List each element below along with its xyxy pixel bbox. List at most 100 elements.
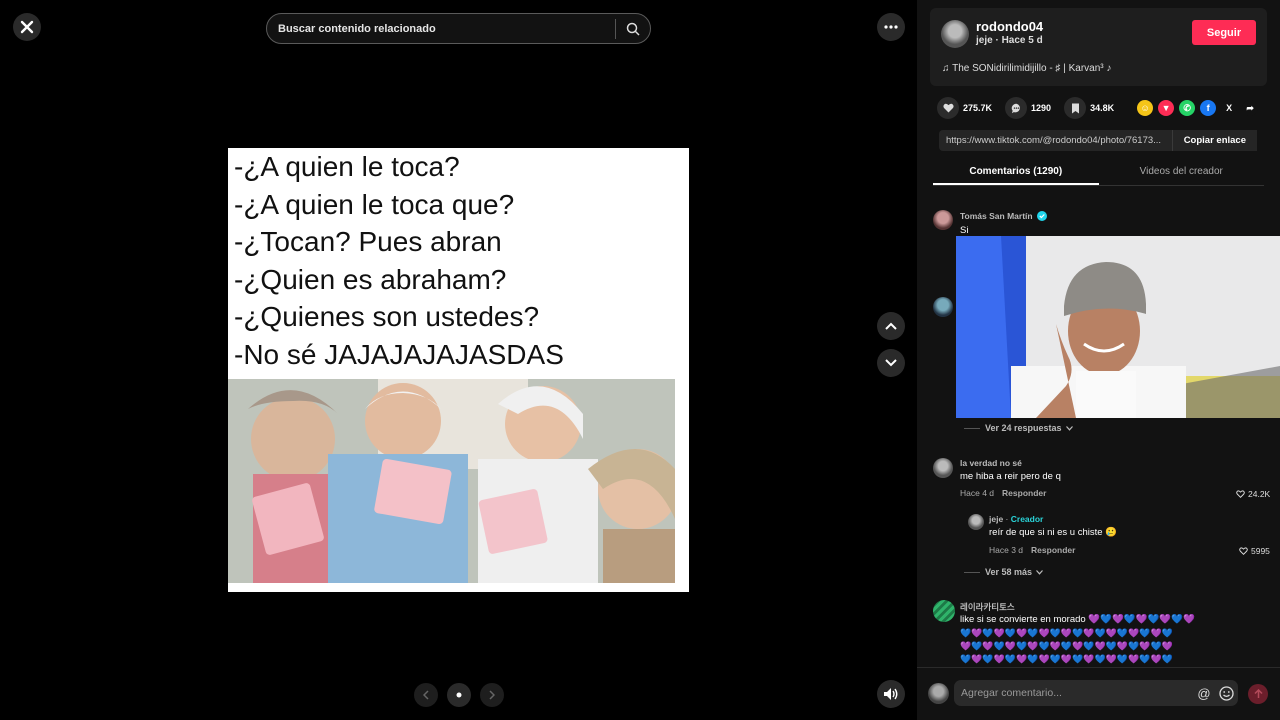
follow-button[interactable]: Seguir bbox=[1192, 20, 1256, 45]
panel-tabs: Comentarios (1290) Videos del creador bbox=[933, 160, 1264, 186]
comment-avatar[interactable] bbox=[933, 600, 955, 622]
comment-username[interactable]: Tomás San Martín bbox=[960, 211, 1033, 221]
search-button[interactable] bbox=[616, 14, 650, 43]
view-replies-link[interactable]: Ver 24 respuestas bbox=[964, 423, 1073, 433]
previous-post-button[interactable] bbox=[877, 312, 905, 340]
send-share-icon[interactable]: ▼ bbox=[1158, 100, 1175, 116]
chevron-down-icon bbox=[1036, 569, 1043, 575]
meme-line: -¿Quienes son ustedes? bbox=[234, 301, 540, 333]
whatsapp-icon[interactable]: ✆ bbox=[1179, 100, 1196, 116]
like-count: 275.7K bbox=[963, 103, 993, 113]
meme-line: -¿A quien le toca? bbox=[234, 151, 460, 182]
comment-username[interactable]: 레이라카티토스 bbox=[960, 601, 1015, 613]
comment-date: Hace 4 d bbox=[960, 488, 995, 498]
heart-outline-icon bbox=[1239, 547, 1248, 555]
creator-badge: Creador bbox=[1010, 514, 1044, 524]
embed-share-icon[interactable]: ☺ bbox=[1137, 100, 1154, 116]
meme-line: -¿Tocan? Pues abran bbox=[234, 226, 502, 258]
chevron-down-icon bbox=[1065, 425, 1073, 431]
reply-meta: Hace 3 d Responder bbox=[989, 545, 1075, 555]
comment-like-button[interactable]: 24.2K bbox=[1236, 489, 1270, 499]
more-icon bbox=[884, 25, 898, 29]
my-avatar bbox=[928, 683, 949, 704]
author-username[interactable]: rodondo04 bbox=[976, 19, 1043, 34]
x-icon[interactable]: X bbox=[1221, 100, 1238, 116]
comment-list: Tomás San Martín Si Ver 24 respuestas la… bbox=[917, 196, 1280, 666]
view-replies-label: Ver 24 respuestas bbox=[985, 423, 1062, 433]
elderly-card-players-image bbox=[228, 379, 675, 583]
hearts-row: 💙💜💙💜💙💜💙💜💙💜💙💜💙💜💙💜💙💜💙 bbox=[960, 654, 1173, 664]
chevron-up-icon bbox=[885, 322, 897, 330]
share-arrow-icon[interactable]: ➦ bbox=[1242, 100, 1259, 116]
carousel-controls bbox=[414, 683, 504, 707]
copy-link-row: https://www.tiktok.com/@rodondo04/photo/… bbox=[939, 130, 1257, 151]
reply-text: reír de que si ni es u chiste 🥲 bbox=[989, 527, 1117, 538]
reaction-avatar[interactable] bbox=[933, 297, 953, 317]
dot-icon bbox=[456, 692, 462, 698]
author-card: rodondo04 jeje · Hace 5 d Seguir ♫ The S… bbox=[930, 8, 1267, 86]
tab-creator-videos[interactable]: Videos del creador bbox=[1099, 160, 1265, 185]
reaction-image bbox=[956, 236, 1280, 418]
reaction-video-thumbnail[interactable] bbox=[956, 236, 1280, 418]
comment-composer: @ bbox=[917, 667, 1280, 720]
save-button[interactable]: 34.8K bbox=[1064, 97, 1114, 119]
more-options-button[interactable] bbox=[877, 13, 905, 41]
reply-avatar[interactable] bbox=[968, 514, 984, 530]
meme-photo bbox=[228, 379, 675, 583]
like-button[interactable]: 275.7K bbox=[937, 97, 992, 119]
reply-header: jeje · Creador bbox=[989, 514, 1044, 524]
comment-hearts: 💙💜💙💜💙💜💙💜💙💜💙💜💙💜💙💜💙💜💙 💜💙💜💙💜💙💜💙💜💙💜💙💜💙💜💙💜💙💜 … bbox=[960, 627, 1173, 666]
post-link[interactable]: https://www.tiktok.com/@rodondo04/photo/… bbox=[939, 135, 1172, 146]
comment-text: me hiba a reir pero de q bbox=[960, 471, 1061, 482]
comment-avatar[interactable] bbox=[933, 210, 953, 230]
facebook-icon[interactable]: f bbox=[1200, 100, 1217, 116]
comment-username[interactable]: la verdad no sé bbox=[960, 458, 1022, 468]
reply-button[interactable]: Responder bbox=[1002, 488, 1046, 498]
save-count: 34.8K bbox=[1090, 103, 1115, 113]
view-more-replies-link[interactable]: Ver 58 más bbox=[964, 567, 1043, 577]
arrow-up-icon bbox=[1253, 689, 1263, 698]
side-panel: rodondo04 jeje · Hace 5 d Seguir ♫ The S… bbox=[917, 0, 1280, 720]
share-icons: ☺ ▼ ✆ f X ➦ bbox=[1137, 100, 1259, 116]
volume-button[interactable] bbox=[877, 680, 905, 708]
tab-comments[interactable]: Comentarios (1290) bbox=[933, 160, 1099, 185]
reply-like-button[interactable]: 5995 bbox=[1239, 546, 1270, 556]
verified-icon bbox=[1036, 211, 1047, 221]
emoji-icon bbox=[1218, 685, 1234, 701]
at-icon: @ bbox=[1197, 685, 1211, 701]
hearts-row: 💜💙💜💙💜💙💜💙💜💙💜💙💜💙💜💙💜💙💜 bbox=[960, 641, 1173, 651]
hearts-row: 💙💜💙💜💙💜💙💜💙💜💙💜💙💜💙💜💙💜💙 bbox=[960, 628, 1173, 638]
view-more-label: Ver 58 más bbox=[985, 567, 1033, 577]
mention-button[interactable]: @ bbox=[1196, 685, 1212, 701]
comment-text: Si bbox=[960, 225, 969, 236]
copy-link-button[interactable]: Copiar enlace bbox=[1171, 130, 1257, 151]
photo-content: -¿A quien le toca? -¿A quien le toca que… bbox=[228, 148, 689, 592]
send-comment-button[interactable] bbox=[1248, 684, 1268, 704]
emoji-button[interactable] bbox=[1218, 685, 1234, 701]
carousel-prev-button[interactable] bbox=[414, 683, 438, 707]
search-icon bbox=[626, 22, 640, 36]
reply-button[interactable]: Responder bbox=[1031, 545, 1075, 555]
meme-line: -¿Quien es abraham? bbox=[234, 263, 507, 295]
chevron-down-icon bbox=[885, 359, 897, 367]
author-subline: jeje · Hace 5 d bbox=[976, 35, 1043, 46]
heart-outline-icon bbox=[1236, 490, 1245, 498]
meme-text: -¿A quien le toca? -¿A quien le toca que… bbox=[234, 148, 689, 374]
bookmark-icon bbox=[1071, 103, 1079, 113]
carousel-indicator[interactable] bbox=[447, 683, 471, 707]
comment-text: like si se convierte en morado 💜💙💜💙💜💙💜💙💜 bbox=[960, 614, 1195, 625]
comment-icon bbox=[1011, 103, 1020, 113]
heart-icon bbox=[942, 103, 954, 113]
music-link[interactable]: ♫ The SONidirilimidijillo - ♯ | Karvan³ … bbox=[942, 63, 1111, 74]
comment-like-count: 24.2K bbox=[1248, 489, 1271, 499]
comment-button[interactable]: 1290 bbox=[1005, 97, 1051, 119]
next-post-button[interactable] bbox=[877, 349, 905, 377]
author-avatar[interactable] bbox=[941, 20, 969, 48]
search-input[interactable] bbox=[267, 22, 615, 35]
chevron-right-icon bbox=[489, 690, 495, 700]
close-button[interactable] bbox=[13, 13, 41, 41]
reply-username[interactable]: jeje bbox=[989, 514, 1003, 524]
search-bar bbox=[266, 13, 651, 44]
comment-avatar[interactable] bbox=[933, 458, 953, 478]
carousel-next-button[interactable] bbox=[480, 683, 504, 707]
